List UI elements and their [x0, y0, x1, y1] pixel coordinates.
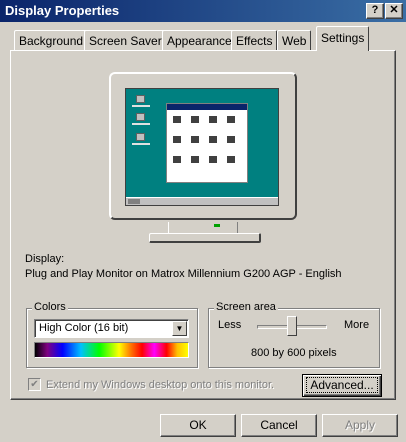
preview-taskbar: [126, 197, 278, 205]
desktop-icon-label: [132, 105, 150, 107]
help-icon: ?: [371, 4, 379, 16]
network-icon: [136, 113, 145, 121]
display-heading: Display:: [25, 253, 65, 265]
folder-icon: [173, 116, 181, 123]
tab-settings[interactable]: Settings: [316, 26, 370, 51]
more-label: More: [344, 319, 370, 331]
desktop-icon-label: [132, 123, 150, 125]
tab-screen-saver[interactable]: Screen Saver: [84, 30, 167, 50]
chevron-down-icon[interactable]: ▼: [172, 321, 187, 336]
resolution-slider-thumb[interactable]: [287, 316, 297, 336]
preview-window: [166, 103, 248, 183]
power-led-icon: [214, 224, 220, 227]
close-icon: ✕: [389, 4, 399, 16]
desktop-icon-label: [132, 143, 150, 145]
checkmark-icon: ✔: [30, 379, 39, 390]
preview-window-titlebar: [167, 104, 247, 110]
display-device-name: Plug and Play Monitor on Matrox Millenni…: [25, 268, 342, 280]
tab-appearance[interactable]: Appearance: [162, 30, 237, 50]
start-button-icon: [128, 199, 140, 204]
folder-icon: [191, 136, 199, 143]
apply-button-label: Apply: [344, 418, 376, 432]
tab-background[interactable]: Background: [14, 30, 89, 50]
folder-icon: [191, 116, 199, 123]
folder-icon: [227, 116, 235, 123]
help-button[interactable]: ?: [366, 3, 384, 19]
resolution-text: 800 by 600 pixels: [251, 347, 337, 359]
monitor-base: [149, 233, 261, 243]
cancel-button[interactable]: Cancel: [241, 414, 317, 437]
my-computer-icon: [136, 95, 145, 103]
tab-effects[interactable]: Effects: [231, 30, 278, 50]
advanced-button[interactable]: Advanced...: [302, 374, 382, 397]
window-title: Display Properties: [5, 3, 120, 18]
color-spectrum-bar: [34, 342, 189, 358]
folder-icon: [173, 136, 181, 143]
colors-group: [26, 308, 198, 368]
tab-web[interactable]: Web: [277, 30, 312, 50]
extend-desktop-label: Extend my Windows desktop onto this moni…: [46, 379, 275, 391]
apply-button[interactable]: Apply: [322, 414, 398, 437]
monitor-screen: [125, 88, 279, 206]
title-bar[interactable]: Display Properties ? ✕: [0, 0, 406, 22]
close-button[interactable]: ✕: [385, 3, 403, 19]
recycle-bin-icon: [136, 133, 145, 141]
folder-icon: [173, 156, 181, 163]
color-depth-value: High Color (16 bit): [39, 322, 129, 334]
less-label: Less: [218, 319, 242, 331]
folder-icon: [227, 156, 235, 163]
ok-button-label: OK: [189, 418, 207, 432]
ok-button[interactable]: OK: [160, 414, 236, 437]
folder-icon: [227, 136, 235, 143]
screen-area-legend: Screen area: [214, 301, 278, 313]
folder-icon: [209, 156, 217, 163]
advanced-button-label: Advanced...: [306, 377, 378, 393]
cancel-button-label: Cancel: [260, 418, 298, 432]
folder-icon: [209, 136, 217, 143]
colors-legend: Colors: [32, 301, 68, 313]
color-depth-select[interactable]: High Color (16 bit) ▼: [34, 319, 189, 338]
folder-icon: [191, 156, 199, 163]
extend-desktop-checkbox[interactable]: ✔: [28, 378, 41, 391]
folder-icon: [209, 116, 217, 123]
